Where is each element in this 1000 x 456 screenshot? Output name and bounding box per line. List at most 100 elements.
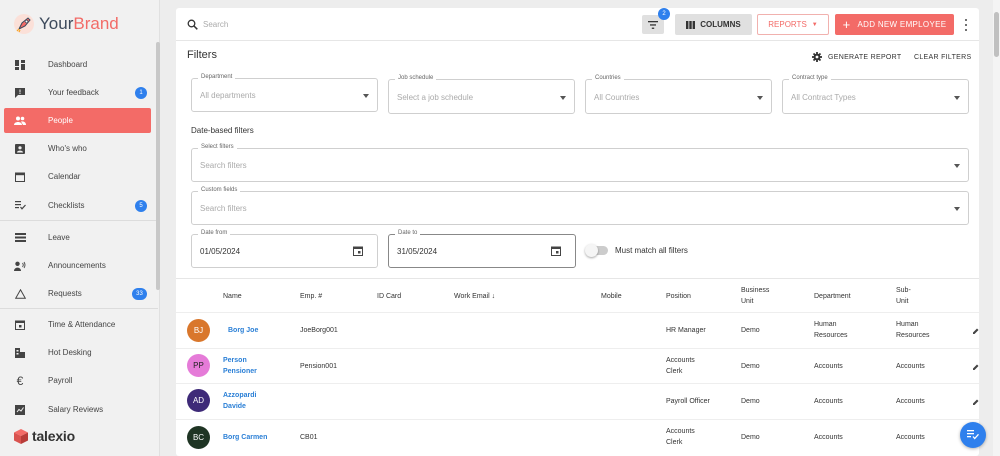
sidebar-divider xyxy=(0,308,158,309)
sidebar-item-label: Your feedback xyxy=(48,88,99,97)
column-header-emp-no[interactable]: Emp. # xyxy=(300,291,322,302)
reports-button[interactable]: REPORTS ▼ xyxy=(757,14,829,35)
contract-type-select[interactable]: Contract type All Contract Types xyxy=(782,75,969,114)
sidebar-item-label: Requests xyxy=(48,289,82,298)
business-unit: Demo xyxy=(741,398,760,405)
caret-down-icon xyxy=(757,96,763,100)
select-filters-label: Select filters xyxy=(198,144,237,150)
sidebar-item-people[interactable]: People xyxy=(4,108,151,133)
date-from-value: 01/05/2024 xyxy=(200,247,241,256)
job-schedule-label: Job schedule xyxy=(395,75,437,81)
contract-type-label: Contract type xyxy=(789,75,831,81)
select-filters-value: Search filters xyxy=(200,161,247,170)
employee-name-link[interactable]: Borg Joe xyxy=(228,325,258,336)
employee-name-link[interactable]: Azzopardi Davide xyxy=(223,390,256,412)
sidebar-item-payroll[interactable]: € Payroll xyxy=(4,368,151,393)
sidebar-item-checklists[interactable]: Checklists 5 xyxy=(4,193,151,218)
position: Payroll Officer xyxy=(666,398,710,405)
sidebar-item-salary-reviews[interactable]: Salary Reviews xyxy=(4,397,151,422)
edit-pencil-icon[interactable] xyxy=(973,364,979,370)
sidebar-item-your-feedback[interactable]: Your feedback 1 xyxy=(4,80,151,105)
add-new-employee-button[interactable]: + ADD NEW EMPLOYEE xyxy=(835,14,954,35)
checklist-fab-button[interactable] xyxy=(960,422,986,448)
generate-report-button[interactable]: GENERATE REPORT xyxy=(812,52,901,62)
sidebar-item-leave[interactable]: Leave xyxy=(4,225,151,250)
dashboard-icon xyxy=(14,59,26,71)
business-unit: Demo xyxy=(741,363,760,370)
sidebar-item-dashboard[interactable]: Dashboard xyxy=(4,52,151,77)
avatar: PP xyxy=(187,354,210,377)
search-input[interactable] xyxy=(203,18,503,31)
page-scrollbar[interactable] xyxy=(993,0,1000,456)
business-unit: Demo xyxy=(741,434,760,441)
department: Accounts xyxy=(814,434,843,441)
scrollbar-thumb[interactable] xyxy=(994,12,999,57)
sidebar-item-calendar[interactable]: Calendar xyxy=(4,164,151,189)
must-match-all-label: Must match all filters xyxy=(615,246,688,255)
sidebar-item-label: People xyxy=(48,116,73,125)
generate-report-label: GENERATE REPORT xyxy=(828,53,902,61)
column-header-work-email[interactable]: Work Email ↓ xyxy=(454,291,495,302)
date-from-input[interactable]: Date from 01/05/2024 xyxy=(191,230,378,268)
caret-down-icon xyxy=(954,207,960,211)
department-label: Department xyxy=(198,74,236,80)
employee-name-link[interactable]: Borg Carmen xyxy=(223,432,267,443)
countries-select[interactable]: Countries All Countries xyxy=(585,75,772,114)
columns-button[interactable]: COLUMNS xyxy=(675,14,752,35)
department-value: All departments xyxy=(200,91,256,100)
date-from-label: Date from xyxy=(198,230,231,236)
more-options-icon[interactable] xyxy=(963,17,969,32)
sidebar-item-hot-desking[interactable]: Hot Desking xyxy=(4,340,151,365)
avatar: BJ xyxy=(187,319,210,342)
job-schedule-select[interactable]: Job schedule Select a job schedule xyxy=(388,75,575,114)
sidebar-item-time-attendance[interactable]: Time & Attendance xyxy=(4,312,151,337)
sub-unit: Accounts xyxy=(896,398,925,405)
edit-pencil-icon[interactable] xyxy=(973,328,979,334)
sidebar-item-whos-who[interactable]: Who's who xyxy=(4,136,151,161)
brand-logo[interactable]: YourBrand xyxy=(12,11,119,37)
column-header-sub-unit[interactable]: Sub- Unit xyxy=(896,285,911,307)
sidebar-item-label: Announcements xyxy=(48,261,106,270)
feedback-count-badge: 1 xyxy=(135,86,147,99)
sidebar-item-requests[interactable]: Requests 33 xyxy=(4,281,151,306)
column-header-name[interactable]: Name xyxy=(223,291,242,302)
custom-fields-select[interactable]: Custom fields Search filters xyxy=(191,187,969,225)
edit-pencil-icon[interactable] xyxy=(973,399,979,405)
column-header-department[interactable]: Department xyxy=(814,291,851,302)
date-to-input[interactable]: Date to 31/05/2024 xyxy=(388,230,576,268)
sidebar-item-label: Dashboard xyxy=(48,60,88,69)
calendar-icon[interactable] xyxy=(551,246,561,256)
header-line: Unit xyxy=(741,298,754,305)
table-divider xyxy=(176,278,979,279)
feedback-icon xyxy=(14,87,26,99)
emp-number: Pension001 xyxy=(300,363,337,370)
sidebar-item-label: Time & Attendance xyxy=(48,320,116,329)
row-divider xyxy=(176,383,979,384)
checklist-icon xyxy=(14,200,26,212)
sidebar-scrollbar[interactable] xyxy=(156,42,160,290)
column-header-mobile[interactable]: Mobile xyxy=(601,291,622,302)
plus-icon: + xyxy=(842,16,851,32)
calendar-icon[interactable] xyxy=(353,246,363,256)
arrow-down-icon: ↓ xyxy=(491,293,496,300)
sidebar-item-label: Payroll xyxy=(48,376,73,385)
clear-filters-button[interactable]: CLEAR FILTERS xyxy=(914,54,971,61)
column-header-business-unit[interactable]: Business Unit xyxy=(741,285,769,307)
must-match-all-toggle[interactable] xyxy=(585,244,608,257)
business-unit: Demo xyxy=(741,327,760,334)
sidebar-item-announcements[interactable]: Announcements xyxy=(4,253,151,278)
row-divider xyxy=(176,348,979,349)
header-line: Sub- xyxy=(896,287,911,294)
topbar: 2 COLUMNS REPORTS ▼ + ADD NEW EMPLOYEE xyxy=(176,8,979,41)
column-header-id-card[interactable]: ID Card xyxy=(377,291,401,302)
employee-name-link[interactable]: Person Pensioner xyxy=(223,355,257,377)
salary-reviews-icon xyxy=(14,404,26,416)
date-to-value: 31/05/2024 xyxy=(397,247,438,256)
columns-label: COLUMNS xyxy=(700,20,741,29)
department-select[interactable]: Department All departments xyxy=(191,74,378,112)
column-header-position[interactable]: Position xyxy=(666,291,691,302)
caret-down-icon xyxy=(560,96,566,100)
select-filters-select[interactable]: Select filters Search filters xyxy=(191,144,969,182)
talexio-cube-icon xyxy=(14,428,28,444)
euro-icon: € xyxy=(16,373,24,388)
